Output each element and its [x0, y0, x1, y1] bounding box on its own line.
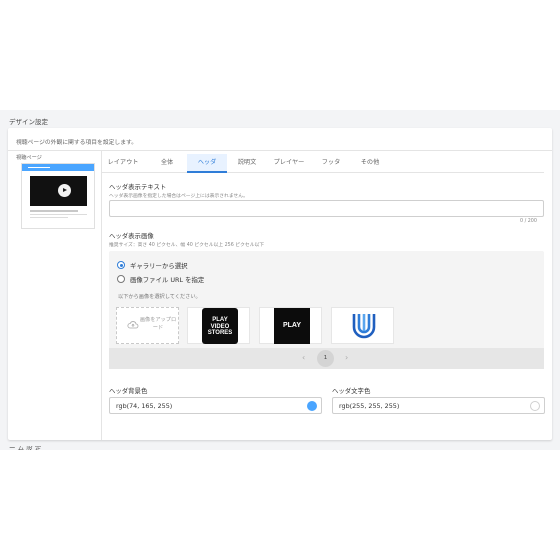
text-color-field[interactable]: rgb(255, 255, 255): [332, 397, 545, 414]
play-icon: [58, 184, 71, 197]
image-selector: ギャラリーから選択 画像ファイル URL を指定 以下から画像を選択してください…: [109, 251, 544, 369]
radio-image-url-label[interactable]: 画像ファイル URL を指定: [130, 275, 204, 284]
tab-layout[interactable]: レイアウト: [102, 154, 144, 173]
header-image-label: ヘッダ表示画像: [109, 232, 154, 240]
text-color-swatch[interactable]: [530, 401, 540, 411]
preview-text-line: [30, 217, 68, 218]
preview-header-bar: [22, 164, 94, 171]
tab-description[interactable]: 説明文: [229, 154, 265, 173]
header-text-hint: ヘッダ表示画像を指定した場合はページ上には表示されません。: [109, 194, 248, 199]
upload-image-button[interactable]: 画像をアップロード: [116, 307, 179, 344]
radio-image-url[interactable]: [117, 275, 125, 283]
tab-other[interactable]: その他: [352, 154, 388, 173]
gallery-item-play-video-stores[interactable]: PLAY VIDEO STORES: [187, 307, 250, 344]
header-image-hint: 推奨サイズ：高さ 40 ピクセル、幅 40 ピクセル以上 256 ピクセル以下: [109, 243, 265, 248]
tab-header[interactable]: ヘッダ: [187, 154, 227, 173]
bg-color-field[interactable]: rgb(74, 165, 255): [109, 397, 322, 414]
page: デザイン設定 視聴ページの外観に関する項目を設定します。 視聴ページ レイアウト…: [0, 0, 560, 560]
settings-tabs: レイアウト 全体 ヘッダ 説明文 プレイヤー フッタ その他: [102, 154, 544, 173]
play-logo: PLAY: [274, 308, 310, 344]
tab-footer[interactable]: フッタ: [314, 154, 348, 173]
logo-text-line: STORES: [207, 330, 233, 336]
gallery-pagination: ‹ 1 ›: [109, 348, 544, 369]
char-counter: 0 / 200: [520, 219, 537, 224]
bg-color-label: ヘッダ背景色: [109, 387, 148, 395]
text-color-label: ヘッダ文字色: [332, 387, 371, 395]
bg-color-value: rgb(74, 165, 255): [116, 402, 173, 410]
radio-gallery-label[interactable]: ギャラリーから選択: [130, 261, 188, 270]
header-text-input[interactable]: [109, 200, 544, 217]
section-title: デザイン設定: [9, 118, 48, 126]
tab-general[interactable]: 全体: [148, 154, 186, 173]
chevron-left-icon[interactable]: ‹: [302, 353, 305, 362]
chevron-right-icon[interactable]: ›: [345, 353, 348, 362]
gallery-item-u[interactable]: [331, 307, 394, 344]
bg-color-swatch[interactable]: [307, 401, 317, 411]
preview-title-line: [30, 210, 78, 212]
card-description: 視聴ページの外観に関する項目を設定します。: [16, 140, 138, 146]
text-color-value: rgb(255, 255, 255): [339, 402, 400, 410]
preview-label: 視聴ページ: [16, 155, 42, 161]
header-text-label: ヘッダ表示テキスト: [109, 183, 167, 191]
preview-text-line: [30, 214, 87, 215]
play-video-stores-logo: PLAY VIDEO STORES: [202, 308, 238, 344]
u-logo-icon: [352, 314, 376, 339]
tab-player[interactable]: プレイヤー: [268, 154, 310, 173]
next-section-title: ー ム 設 定: [9, 446, 42, 450]
preview-sidebar: 視聴ページ: [8, 151, 102, 440]
upload-label: 画像をアップロード: [139, 317, 177, 331]
gallery-item-play[interactable]: PLAY: [259, 307, 322, 344]
radio-gallery[interactable]: [117, 261, 125, 269]
select-image-hint: 以下から画像を選択してください。: [118, 294, 201, 300]
page-preview-thumbnail: [21, 163, 95, 229]
page-number[interactable]: 1: [317, 350, 334, 367]
cloud-upload-icon: [127, 321, 139, 329]
